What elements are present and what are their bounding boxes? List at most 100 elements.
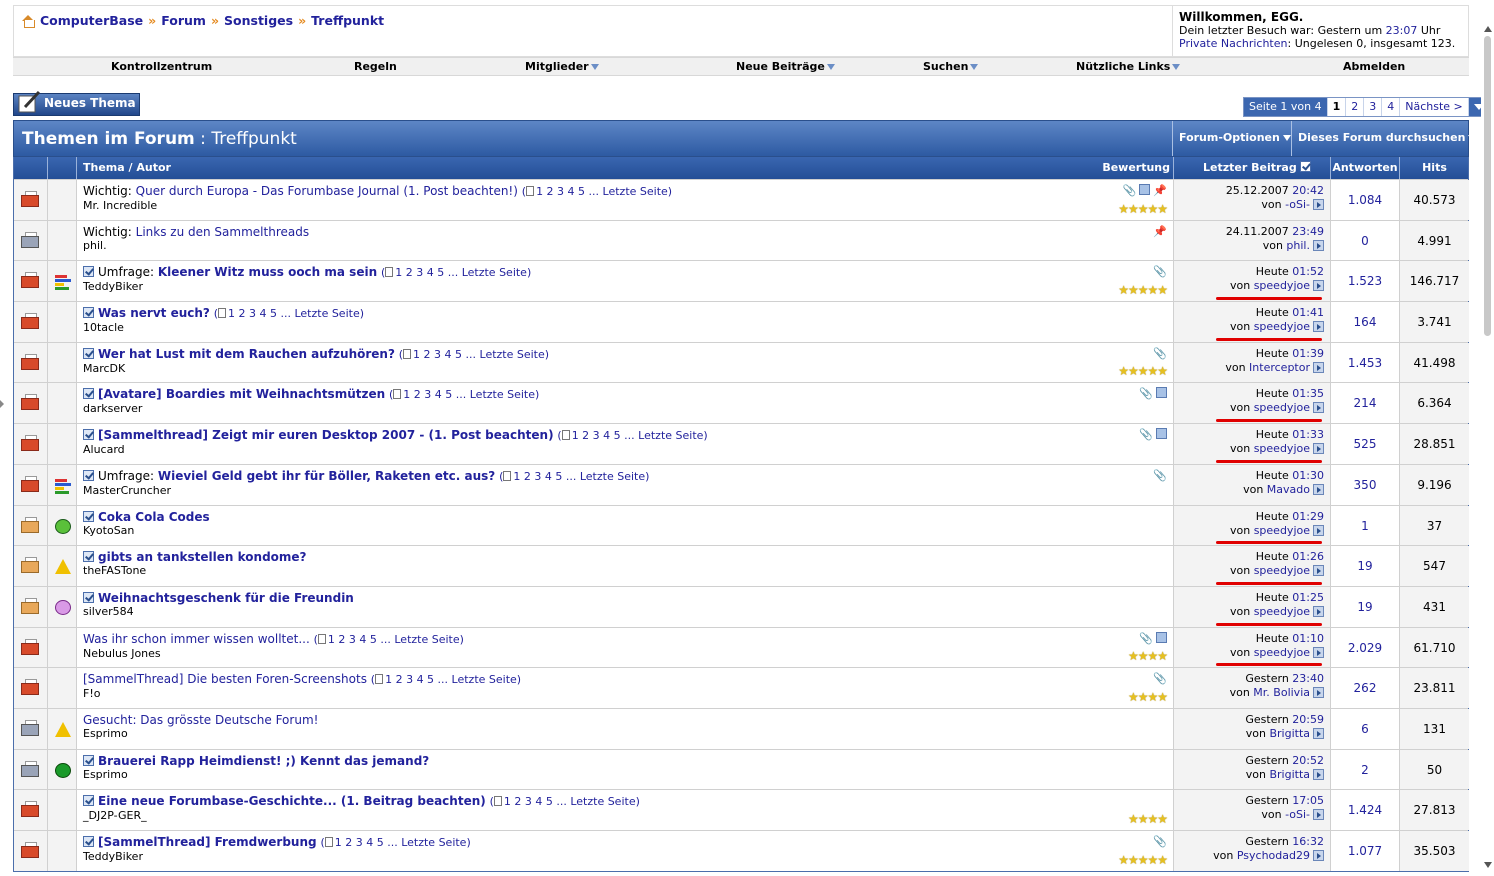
reply-count[interactable]: 2: [1331, 749, 1400, 790]
col-hits[interactable]: Hits: [1400, 157, 1469, 179]
last-post-user[interactable]: Psychodad29: [1237, 849, 1310, 862]
reply-count[interactable]: 350: [1331, 464, 1400, 505]
thread-author[interactable]: 10tacle: [83, 321, 1167, 335]
thread-author[interactable]: Esprimo: [83, 727, 1167, 741]
thread-title[interactable]: gibts an tankstellen kondome?: [98, 550, 307, 564]
thread-title[interactable]: Wer hat Lust mit dem Rauchen aufzuhören?: [98, 347, 395, 361]
reply-count[interactable]: 1: [1331, 505, 1400, 546]
last-post-user[interactable]: speedyjoe: [1254, 401, 1310, 414]
thread-title[interactable]: [SammelThread] Fremdwerbung: [98, 835, 317, 849]
last-post-user[interactable]: -oSi-: [1285, 198, 1310, 211]
last-post-user[interactable]: speedyjoe: [1254, 564, 1310, 577]
thread-author[interactable]: TeddyBiker: [83, 280, 1167, 294]
reply-count[interactable]: 1.084: [1331, 180, 1400, 220]
go-to-last-post-icon[interactable]: [1313, 768, 1324, 780]
last-post-user[interactable]: phil.: [1286, 239, 1310, 252]
last-post-user[interactable]: Mr. Bolivia: [1253, 686, 1310, 699]
reply-count[interactable]: 1.523: [1331, 261, 1400, 302]
breadcrumb-computerbase[interactable]: ComputerBase: [40, 13, 143, 28]
thread-title[interactable]: Was ihr schon immer wissen wolltet...: [83, 632, 310, 646]
breadcrumb-forum[interactable]: Forum: [161, 13, 206, 28]
page-links[interactable]: (1 2 3 4 5 ... Letzte Seite): [214, 307, 364, 320]
last-post-user[interactable]: speedyjoe: [1254, 320, 1310, 333]
nav-regeln[interactable]: Regeln: [354, 60, 397, 73]
nav-nuetzliche-links[interactable]: Nützliche Links: [1076, 60, 1181, 73]
thread-author[interactable]: silver584: [83, 605, 1167, 619]
page-links[interactable]: (1 2 3 4 5 ... Letzte Seite): [389, 388, 539, 401]
page-links[interactable]: (1 2 3 4 5 ... Letzte Seite): [320, 836, 470, 849]
thread-title[interactable]: Brauerei Rapp Heimdienst! ;) Kennt das j…: [98, 754, 429, 768]
private-messages-link[interactable]: Private Nachrichten: [1179, 37, 1288, 50]
go-to-last-post-icon[interactable]: [1313, 565, 1324, 577]
page-2[interactable]: 2: [1346, 98, 1365, 116]
reply-count[interactable]: 1.077: [1331, 831, 1400, 871]
page-3[interactable]: 3: [1364, 98, 1383, 116]
nav-abmelden[interactable]: Abmelden: [1343, 60, 1405, 73]
go-to-last-post-icon[interactable]: [1313, 199, 1324, 210]
nav-neue-beitraege[interactable]: Neue Beiträge: [736, 60, 835, 73]
go-to-last-post-icon[interactable]: [1313, 402, 1324, 414]
thread-title[interactable]: Links zu den Sammelthreads: [136, 225, 309, 239]
page-links[interactable]: (1 2 3 4 5 ... Letzte Seite): [490, 795, 640, 808]
thread-title[interactable]: Quer durch Europa - Das Forumbase Journa…: [136, 184, 518, 198]
thread-title[interactable]: [SammelThread] Die besten Foren-Screensh…: [83, 672, 367, 686]
reply-count[interactable]: 19: [1331, 586, 1400, 627]
new-thread-button[interactable]: Neues Thema: [13, 91, 140, 116]
page-links[interactable]: (1 2 3 4 5 ... Letzte Seite): [399, 348, 549, 361]
go-to-last-post-icon[interactable]: [1313, 687, 1324, 699]
last-post-user[interactable]: -oSi-: [1285, 808, 1310, 821]
last-post-user[interactable]: Brigitta: [1269, 727, 1310, 740]
thread-title[interactable]: Weihnachtsgeschenk für die Freundin: [98, 591, 354, 605]
page-links[interactable]: (1 2 3 4 5 ... Letzte Seite): [371, 673, 521, 686]
col-replies[interactable]: Antworten: [1331, 157, 1400, 179]
next-page[interactable]: Nächste >: [1400, 98, 1469, 116]
page-4[interactable]: 4: [1382, 98, 1401, 116]
thread-author[interactable]: Alucard: [83, 443, 1167, 457]
page-links[interactable]: (1 2 3 4 5 ... Letzte Seite): [314, 633, 464, 646]
reply-count[interactable]: 6: [1331, 708, 1400, 749]
col-last-post[interactable]: Letzter Beitrag: [1174, 157, 1331, 179]
reply-count[interactable]: 0: [1331, 220, 1400, 261]
reply-count[interactable]: 214: [1331, 383, 1400, 424]
thread-author[interactable]: Nebulus Jones: [83, 647, 1167, 661]
thread-author[interactable]: TeddyBiker: [83, 850, 1167, 864]
thread-title[interactable]: [Sammelthread] Zeigt mir euren Desktop 2…: [98, 428, 554, 442]
thread-author[interactable]: MarcDK: [83, 362, 1167, 376]
last-post-user[interactable]: speedyjoe: [1254, 605, 1310, 618]
go-to-last-post-icon[interactable]: [1313, 605, 1324, 617]
reply-count[interactable]: 525: [1331, 424, 1400, 464]
thread-title[interactable]: Wieviel Geld gebt ihr für Böller, Rakete…: [158, 469, 495, 483]
go-to-last-post-icon[interactable]: [1313, 727, 1324, 739]
col-thread[interactable]: Thema / Autor Bewertung: [77, 157, 1174, 179]
thread-author[interactable]: F!o: [83, 687, 1167, 701]
go-to-last-post-icon[interactable]: [1313, 646, 1324, 658]
go-to-last-post-icon[interactable]: [1313, 443, 1324, 455]
last-post-user[interactable]: Brigitta: [1269, 768, 1310, 781]
last-post-user[interactable]: speedyjoe: [1254, 279, 1310, 292]
go-to-last-post-icon[interactable]: [1313, 483, 1324, 495]
reply-count[interactable]: 262: [1331, 668, 1400, 708]
thread-title[interactable]: Eine neue Forumbase-Geschichte... (1. Be…: [98, 794, 486, 808]
last-post-user[interactable]: Mavado: [1267, 483, 1310, 496]
thread-title[interactable]: Was nervt euch?: [98, 306, 210, 320]
thread-title[interactable]: Coka Cola Codes: [98, 510, 210, 524]
last-post-user[interactable]: speedyjoe: [1254, 442, 1310, 455]
scrollbar[interactable]: [1481, 0, 1494, 876]
go-to-last-post-icon[interactable]: [1313, 524, 1324, 536]
thread-title[interactable]: Gesucht: Das grösste Deutsche Forum!: [83, 713, 318, 727]
go-to-last-post-icon[interactable]: [1313, 361, 1324, 373]
reply-count[interactable]: 19: [1331, 546, 1400, 586]
reply-count[interactable]: 1.424: [1331, 790, 1400, 830]
reply-count[interactable]: 164: [1331, 302, 1400, 342]
page-links[interactable]: (1 2 3 4 5 ... Letzte Seite): [557, 429, 707, 442]
go-to-last-post-icon[interactable]: [1313, 809, 1324, 821]
go-to-last-post-icon[interactable]: [1313, 239, 1324, 251]
breadcrumb-treffpunkt[interactable]: Treffpunkt: [311, 13, 384, 28]
nav-mitglieder[interactable]: Mitglieder: [525, 60, 599, 73]
page-links[interactable]: (1 2 3 4 5 ... Letzte Seite): [499, 470, 649, 483]
page-links[interactable]: (1 2 3 4 5 ... Letzte Seite): [522, 185, 672, 198]
col-rating[interactable]: Bewertung: [1102, 157, 1170, 179]
last-post-user[interactable]: speedyjoe: [1254, 646, 1310, 659]
nav-suchen[interactable]: Suchen: [923, 60, 979, 73]
go-to-last-post-icon[interactable]: [1313, 850, 1324, 861]
